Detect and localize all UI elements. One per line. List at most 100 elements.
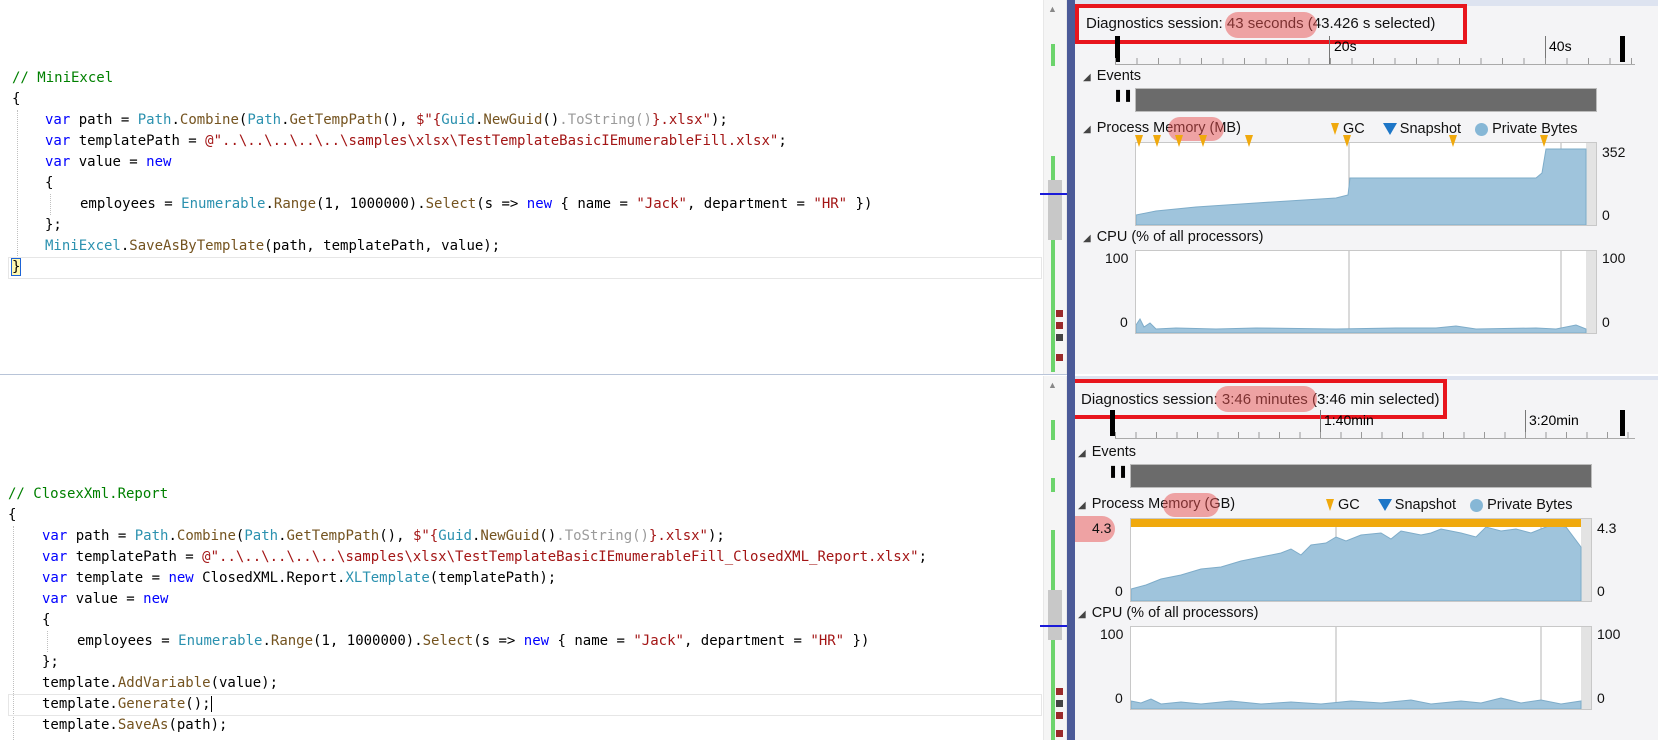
breakpoint-marker [1056,354,1063,361]
cpu-area [1135,318,1587,334]
cpu-chart[interactable] [1135,250,1597,334]
scrollbar-thumb[interactable] [1048,180,1062,240]
cpu-axis-max-right: 100 [1602,250,1626,266]
bottom-code-editor[interactable]: // ClosexXml.Report { var path = Path.Co… [0,376,1042,740]
top-code-editor[interactable]: // MiniExcel { var path = Path.Combine(P… [0,0,1042,370]
code-line[interactable]: template.Generate(); [42,694,212,715]
scroll-up-icon[interactable]: ▲ [1048,380,1057,390]
process-memory-chart[interactable] [1130,518,1592,602]
gc-marker [1153,135,1161,147]
code-open-brace: { [12,91,21,107]
timeline-ruler[interactable]: 20s 40s [1115,36,1635,65]
code-line: var value = new [42,591,169,607]
text-caret [210,696,212,712]
code-line: }; [45,217,62,233]
chart-legend: GC Snapshot Private Bytes [1326,497,1573,513]
cpu-axis-min-right: 0 [1602,314,1610,330]
code-line: template.AddVariable(value); [42,675,279,691]
breakpoint-marker [1056,322,1063,329]
code-close-brace[interactable]: } [10,257,22,278]
process-memory-chart[interactable] [1135,135,1597,226]
collapse-triangle-icon[interactable]: ◢ [1078,448,1086,459]
snapshot-icon [1377,499,1392,512]
cpu-axis-min: 0 [1120,314,1128,330]
events-track[interactable] [1135,88,1597,112]
timeline-ruler[interactable]: 1:40min 3:20min [1110,410,1635,439]
cpu-section-header[interactable]: ◢ CPU (% of all processors) [1078,605,1259,621]
code-line: MiniExcel.SaveAsByTemplate(path, templat… [45,238,501,254]
code-line: { [45,175,54,191]
memory-axis-min: 0 [1115,583,1123,599]
code-comment: // ClosexXml.Report [8,486,169,502]
code-line: employees = Enumerable.Range(1, 1000000)… [80,196,873,212]
bookmark-marker [1056,700,1063,707]
gc-marker [1135,135,1143,147]
gc-marker [1540,135,1548,147]
change-marker [1051,478,1055,492]
breakpoint-marker [1056,730,1063,737]
ruler-tick-label: 40s [1549,38,1572,54]
collapse-triangle-icon[interactable]: ◢ [1083,72,1091,83]
panel-splitter[interactable] [1067,0,1075,740]
code-line: var templatePath = @"..\..\..\..\..\samp… [45,133,787,149]
memory-area [1135,148,1587,226]
gc-marker [1199,135,1207,147]
cpu-chart[interactable] [1130,626,1592,710]
code-line: var template = new ClosedXML.Report.XLTe… [42,570,557,586]
cpu-axis-max: 100 [1100,626,1124,642]
memory-axis-min-right: 0 [1602,207,1610,223]
bottom-overview-margin[interactable] [1043,376,1067,740]
ruler-tick-label: 20s [1334,38,1357,54]
gc-icon [1326,499,1334,512]
code-line: var path = Path.Combine(Path.GetTempPath… [45,112,728,128]
breakpoint-marker [1056,712,1063,719]
cpu-section-header[interactable]: ◢ CPU (% of all processors) [1083,229,1264,245]
cpu-axis-max-right: 100 [1597,626,1621,642]
events-section-header[interactable]: ◢ Events [1078,444,1136,460]
memory-area [1130,524,1582,602]
change-marker [1051,420,1055,440]
ruler-tick-label: 3:20min [1529,412,1579,428]
pause-icon[interactable]: ❚❚ [1113,88,1133,104]
scrollbar-thumb[interactable] [1048,590,1062,640]
private-bytes-icon [1475,122,1489,136]
pause-icon[interactable]: ❚❚ [1108,464,1128,480]
snapshot-icon [1382,123,1397,136]
gc-marker [1175,135,1183,147]
gc-icon [1331,123,1339,136]
code-line: }; [42,654,59,670]
caret-position-marker [1040,625,1067,627]
code-line: var path = Path.Combine(Path.GetTempPath… [42,528,725,544]
code-line: employees = Enumerable.Range(1, 1000000)… [77,633,870,649]
code-line: { [42,612,51,628]
memory-plot [1135,143,1596,226]
scroll-up-icon[interactable]: ▲ [1048,4,1057,14]
collapse-triangle-icon[interactable]: ◢ [1078,609,1086,620]
gc-marker [1343,135,1351,147]
cpu-axis-max: 100 [1105,250,1129,266]
cpu-plot [1130,627,1591,710]
cpu-area [1130,697,1582,710]
editor-split-line[interactable] [0,374,1067,375]
code-comment: // MiniExcel [12,70,114,86]
top-diagnostics-panel: Diagnostics session: 43 seconds (43.426 … [1075,0,1658,374]
bookmark-marker [1056,334,1063,341]
annotation-highlight [1163,493,1219,517]
memory-axis-max: 4.3 [1092,520,1112,536]
code-line: var templatePath = @"..\..\..\..\..\samp… [42,549,928,565]
breakpoint-marker [1056,310,1063,317]
events-section-header[interactable]: ◢ Events [1083,68,1141,84]
memory-axis-max-right: 4.3 [1597,520,1617,536]
gc-marker [1245,135,1253,147]
private-bytes-icon [1470,498,1484,512]
memory-plot [1130,519,1591,602]
cpu-axis-min-right: 0 [1597,690,1605,706]
collapse-triangle-icon[interactable]: ◢ [1078,500,1086,511]
events-track[interactable] [1130,464,1592,488]
current-line-highlight [8,257,1042,279]
code-line: var value = new [45,154,172,170]
ruler-tick-label: 1:40min [1324,412,1374,428]
collapse-triangle-icon[interactable]: ◢ [1083,233,1091,244]
collapse-triangle-icon[interactable]: ◢ [1083,124,1091,135]
memory-axis-max-right: 352 [1602,144,1626,160]
